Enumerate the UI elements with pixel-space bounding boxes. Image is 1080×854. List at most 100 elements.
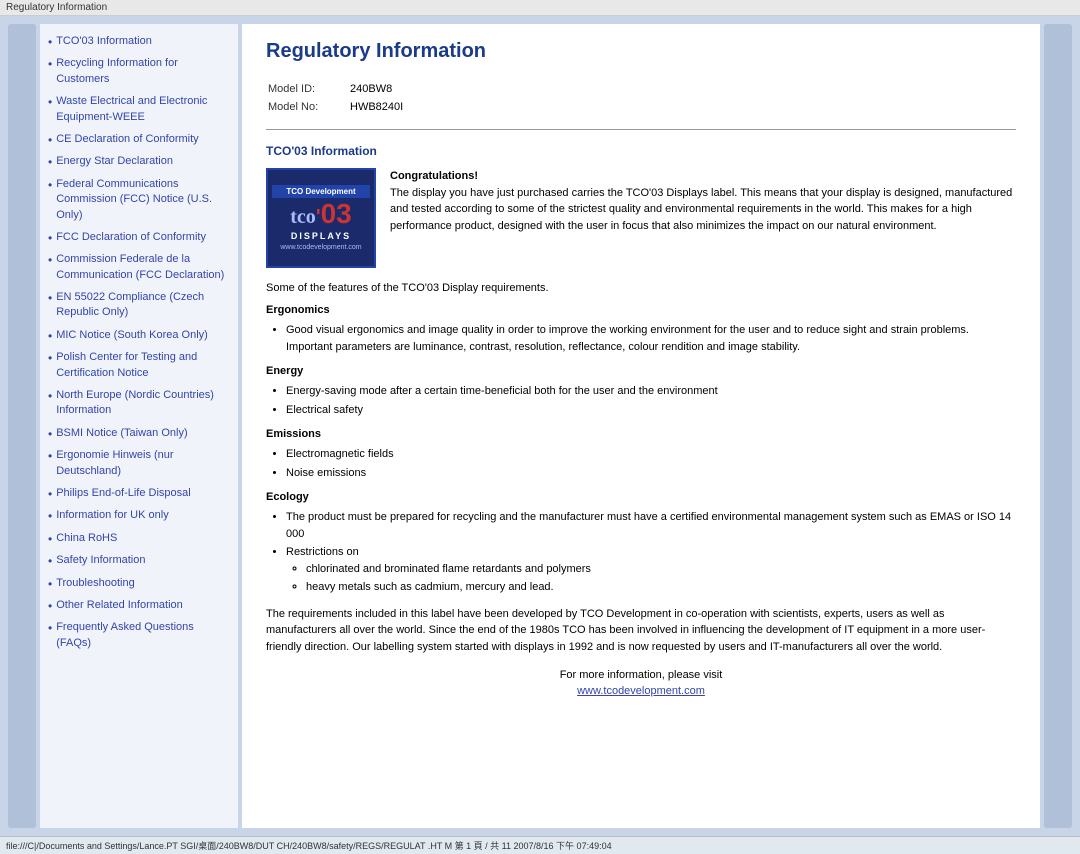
bullet-icon: • — [48, 34, 52, 51]
features-text: Some of the features of the TCO'03 Displ… — [266, 282, 1016, 294]
title-bar-text: Regulatory Information — [6, 2, 107, 13]
sidebar-link-uk[interactable]: Information for UK only — [56, 508, 169, 523]
list-item: Restrictions onchlorinated and brominate… — [286, 544, 1016, 596]
sidebar-link-other[interactable]: Other Related Information — [56, 598, 183, 613]
sidebar-item-ce[interactable]: •CE Declaration of Conformity — [48, 132, 230, 150]
closing-text: The requirements included in this label … — [266, 606, 1016, 656]
right-accent — [1044, 24, 1072, 828]
sub-list: chlorinated and brominated flame retarda… — [306, 561, 1016, 596]
sidebar-link-china[interactable]: China RoHS — [56, 531, 117, 546]
tco-logo: TCO Development tco ' 03 DISPLAYS www.tc… — [266, 168, 376, 268]
sidebar-link-polish[interactable]: Polish Center for Testing and Certificat… — [56, 350, 230, 381]
bullet-icon: • — [48, 553, 52, 570]
sidebar-link-bsmi[interactable]: BSMI Notice (Taiwan Only) — [56, 426, 187, 441]
model-no-label: Model No: — [268, 99, 348, 115]
list-item: Energy-saving mode after a certain time-… — [286, 383, 1016, 400]
sidebar-link-weee[interactable]: Waste Electrical and Electronic Equipmen… — [56, 94, 230, 125]
sidebar-item-commission-federale[interactable]: •Commission Federale de la Communication… — [48, 252, 230, 286]
visit-label: For more information, please visit — [266, 669, 1016, 681]
bullet-icon: • — [48, 290, 52, 307]
sidebar-item-troubleshooting[interactable]: • Troubleshooting — [48, 576, 230, 594]
sections-container: ErgonomicsGood visual ergonomics and ima… — [266, 304, 1016, 596]
sidebar-item-other[interactable]: • Other Related Information — [48, 598, 230, 616]
tco-section-title: TCO'03 Information — [266, 144, 1016, 158]
outer-wrapper: •TCO'03 Information•Recycling Informatio… — [0, 16, 1080, 836]
bullet-icon: • — [48, 620, 52, 637]
sidebar-link-recycling[interactable]: Recycling Information for Customers — [56, 56, 230, 87]
sidebar-link-tco03[interactable]: TCO'03 Information — [56, 34, 152, 49]
sidebar-link-north-europe[interactable]: North Europe (Nordic Countries) Informat… — [56, 388, 230, 419]
subsection-title-emissions: Emissions — [266, 428, 1016, 440]
bullet-icon: • — [48, 388, 52, 405]
model-no-value: HWB8240I — [350, 99, 411, 115]
content-list-energy: Energy-saving mode after a certain time-… — [286, 383, 1016, 418]
sidebar-link-commission-federale[interactable]: Commission Federale de la Communication … — [56, 252, 230, 283]
bullet-icon: • — [48, 94, 52, 111]
sidebar-link-safety[interactable]: Safety Information — [56, 553, 145, 568]
bullet-icon: • — [48, 154, 52, 171]
sidebar-link-ergonomie[interactable]: Ergonomie Hinweis (nur Deutschland) — [56, 448, 230, 479]
bullet-icon: • — [48, 598, 52, 615]
list-item: The product must be prepared for recycli… — [286, 509, 1016, 542]
tco-logo-number: 03 — [321, 200, 352, 228]
sidebar-item-fcc-declaration[interactable]: • FCC Declaration of Conformity — [48, 230, 230, 248]
sidebar-item-bsmi[interactable]: • BSMI Notice (Taiwan Only) — [48, 426, 230, 444]
congrats-text: The display you have just purchased carr… — [390, 185, 1016, 235]
model-id-value: 240BW8 — [350, 81, 411, 97]
sidebar-item-north-europe[interactable]: •North Europe (Nordic Countries) Informa… — [48, 388, 230, 422]
main-content: Regulatory Information Model ID: 240BW8 … — [242, 24, 1040, 828]
sidebar-item-safety[interactable]: • Safety Information — [48, 553, 230, 571]
bullet-icon: • — [48, 508, 52, 525]
bullet-icon: • — [48, 426, 52, 443]
sidebar-item-ergonomie[interactable]: •Ergonomie Hinweis (nur Deutschland) — [48, 448, 230, 482]
content-list-emissions: Electromagnetic fieldsNoise emissions — [286, 446, 1016, 481]
list-item: Good visual ergonomics and image quality… — [286, 322, 1016, 355]
sidebar-item-tco03[interactable]: • TCO'03 Information — [48, 34, 230, 52]
sidebar-link-fcc-declaration[interactable]: FCC Declaration of Conformity — [56, 230, 206, 245]
sidebar-item-energy-star[interactable]: • Energy Star Declaration — [48, 154, 230, 172]
sidebar-link-ce[interactable]: CE Declaration of Conformity — [56, 132, 198, 147]
sidebar-item-faq[interactable]: •Frequently Asked Questions (FAQs) — [48, 620, 230, 654]
sidebar-link-fcc[interactable]: Federal Communications Commission (FCC) … — [56, 177, 230, 223]
page-title: Regulatory Information — [266, 40, 1016, 63]
sidebar-link-energy-star[interactable]: Energy Star Declaration — [56, 154, 173, 169]
subsection-title-energy: Energy — [266, 365, 1016, 377]
left-accent — [8, 24, 36, 828]
sidebar-link-troubleshooting[interactable]: Troubleshooting — [56, 576, 134, 591]
tco-logo-prefix: tco — [290, 206, 316, 229]
sidebar-link-en55022[interactable]: EN 55022 Compliance (Czech Republic Only… — [56, 290, 230, 321]
sidebar-item-recycling[interactable]: •Recycling Information for Customers — [48, 56, 230, 90]
sidebar-link-philips[interactable]: Philips End-of-Life Disposal — [56, 486, 191, 501]
bullet-icon: • — [48, 531, 52, 548]
sidebar: •TCO'03 Information•Recycling Informatio… — [40, 24, 238, 828]
tco-logo-top: TCO Development — [272, 185, 370, 198]
bullet-icon: • — [48, 350, 52, 367]
bullet-icon: • — [48, 230, 52, 247]
sidebar-item-mic[interactable]: •MIC Notice (South Korea Only) — [48, 328, 230, 346]
status-bar-text: file:///C|/Documents and Settings/Lance.… — [6, 841, 612, 851]
divider — [266, 129, 1016, 130]
visit-url-link[interactable]: www.tcodevelopment.com — [577, 685, 705, 697]
sidebar-item-en55022[interactable]: •EN 55022 Compliance (Czech Republic Onl… — [48, 290, 230, 324]
bullet-icon: • — [48, 252, 52, 269]
tco-logo-displays: DISPLAYS — [291, 231, 351, 241]
visit-url[interactable]: www.tcodevelopment.com — [266, 685, 1016, 697]
bullet-icon: • — [48, 576, 52, 593]
bullet-icon: • — [48, 56, 52, 73]
sidebar-item-china[interactable]: • China RoHS — [48, 531, 230, 549]
sidebar-item-philips[interactable]: • Philips End-of-Life Disposal — [48, 486, 230, 504]
sidebar-item-weee[interactable]: •Waste Electrical and Electronic Equipme… — [48, 94, 230, 128]
tco-box: TCO Development tco ' 03 DISPLAYS www.tc… — [266, 168, 1016, 268]
sidebar-item-polish[interactable]: •Polish Center for Testing and Certifica… — [48, 350, 230, 384]
content-list-ergonomics: Good visual ergonomics and image quality… — [286, 322, 1016, 355]
list-item: Noise emissions — [286, 465, 1016, 482]
bullet-icon: • — [48, 486, 52, 503]
sidebar-item-uk[interactable]: • Information for UK only — [48, 508, 230, 526]
model-id-label: Model ID: — [268, 81, 348, 97]
sidebar-link-faq[interactable]: Frequently Asked Questions (FAQs) — [56, 620, 230, 651]
sidebar-link-mic[interactable]: MIC Notice (South Korea Only) — [56, 328, 208, 343]
list-item: Electrical safety — [286, 402, 1016, 419]
sub-list-item: chlorinated and brominated flame retarda… — [306, 561, 1016, 578]
content-list-ecology: The product must be prepared for recycli… — [286, 509, 1016, 596]
sidebar-item-fcc[interactable]: •Federal Communications Commission (FCC)… — [48, 177, 230, 226]
